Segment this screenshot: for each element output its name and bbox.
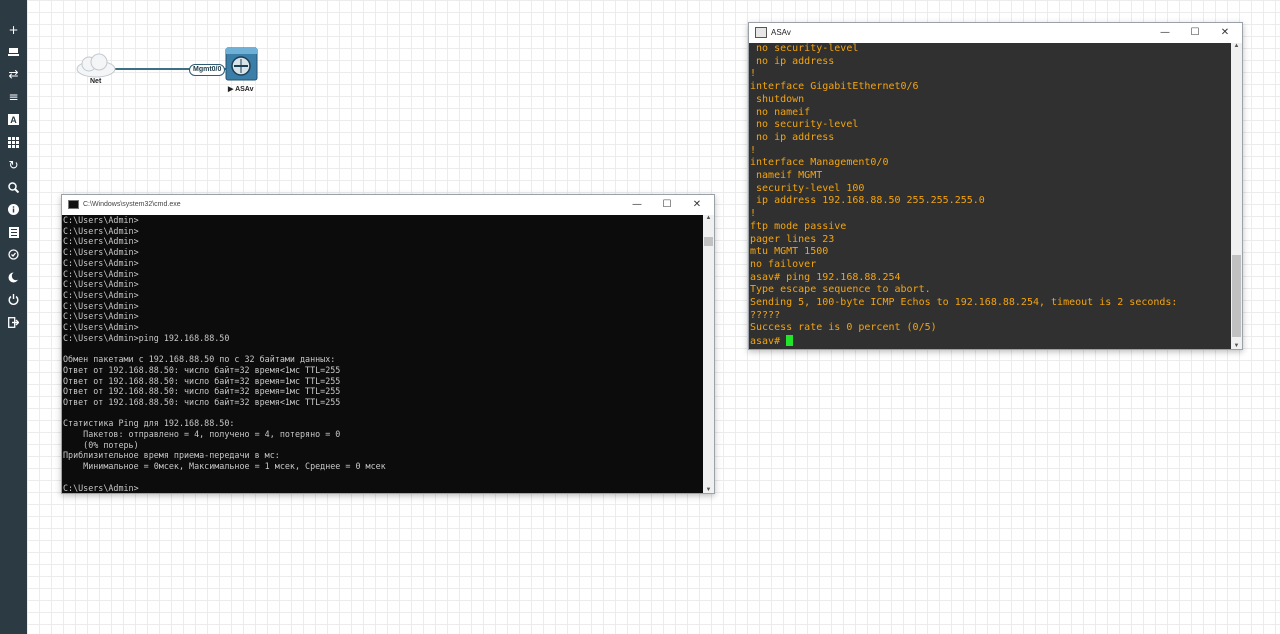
- cmd-scroll-down-icon[interactable]: ▼: [703, 487, 714, 493]
- moon-icon[interactable]: [0, 266, 27, 288]
- asav-line: asav# ping 192.168.88.254: [750, 271, 901, 283]
- port-label: Mgmt0/0: [189, 64, 226, 76]
- asav-line: no security-level: [750, 119, 859, 131]
- cmd-line: Приблизительное время приема-передачи в …: [63, 450, 280, 461]
- asav-maximize-button[interactable]: ☐: [1180, 23, 1210, 42]
- cmd-line: C:\Users\Admin>: [63, 300, 139, 311]
- asav-prompt-line[interactable]: asav#: [750, 335, 1231, 349]
- cmd-terminal-output[interactable]: C:\Users\Admin> C:\Users\Admin> C:\Users\A…: [62, 215, 703, 493]
- asav-scroll-thumb[interactable]: [1232, 255, 1241, 337]
- asav-line: !: [750, 68, 757, 80]
- cmd-line: C:\Users\Admin>: [63, 215, 139, 225]
- asav-line: Type escape sequence to abort.: [750, 284, 931, 296]
- add-icon[interactable]: +: [0, 19, 27, 41]
- asav-line: Sending 5, 100-byte ICMP Echos to 192.16…: [750, 297, 1178, 309]
- asav-scroll-down-icon[interactable]: ▼: [1231, 343, 1242, 349]
- zoom-icon[interactable]: [0, 176, 27, 198]
- asav-scroll-up-icon[interactable]: ▲: [1231, 43, 1242, 49]
- cmd-line: C:\Users\Admin>: [63, 289, 139, 300]
- grid-icon[interactable]: [0, 131, 27, 153]
- putty-app-icon: [755, 27, 767, 38]
- cmd-line: C:\Users\Admin>: [63, 236, 139, 247]
- cmd-line: Пакетов: отправлено = 4, получено = 4, п…: [63, 429, 341, 440]
- status-icon[interactable]: [0, 243, 27, 265]
- cmd-scroll-up-icon[interactable]: ▲: [703, 215, 714, 221]
- cmd-line: C:\Users\Admin>: [63, 322, 139, 333]
- cmd-window-title: C:\Windows\system32\cmd.exe: [83, 201, 181, 208]
- asav-scrollbar[interactable]: ▲ ▼: [1231, 43, 1242, 349]
- cmd-titlebar[interactable]: C:\Windows\system32\cmd.exe: [62, 195, 714, 214]
- asav-line: interface Management0/0: [750, 157, 889, 169]
- cmd-app-icon: [68, 200, 79, 209]
- cmd-line: [63, 408, 703, 419]
- asav-console-window[interactable]: ASAv — ☐ ✕ no security-level no ip addre…: [748, 22, 1243, 350]
- cmd-line: Ответ от 192.168.88.50: число байт=32 вр…: [63, 364, 341, 375]
- asav-line: !: [750, 208, 757, 220]
- device-label[interactable]: ▶ ASAv: [228, 85, 253, 93]
- cmd-line: Ответ от 192.168.88.50: число байт=32 вр…: [63, 386, 341, 397]
- svg-text:A: A: [10, 115, 17, 125]
- asav-prompt: asav#: [750, 336, 787, 348]
- asav-line: interface GigabitEthernet0/6: [750, 81, 919, 93]
- asav-line: shutdown: [750, 93, 805, 105]
- asav-terminal-output[interactable]: no security-level no ip address! interfac…: [749, 43, 1231, 349]
- asav-line: ip address 192.168.88.50 255.255.255.0: [750, 195, 985, 207]
- cmd-line: Ответ от 192.168.88.50: число байт=32 вр…: [63, 375, 341, 386]
- asav-line: nameif MGMT: [750, 170, 823, 182]
- cmd-line: C:\Users\Admin>: [63, 247, 139, 258]
- asav-line: ?????: [750, 309, 781, 321]
- refresh-icon[interactable]: ↻: [0, 154, 27, 176]
- asav-line: mtu MGMT 1500: [750, 246, 829, 258]
- cmd-minimize-button[interactable]: —: [622, 195, 652, 214]
- asav-line: !: [750, 144, 757, 156]
- asav-line: ftp mode passive: [750, 220, 847, 232]
- asav-line: no nameif: [750, 106, 811, 118]
- terminal-cursor: [786, 335, 794, 347]
- text-icon[interactable]: A: [0, 108, 27, 130]
- cloud-label: Net: [90, 78, 102, 85]
- cmd-line: C:\Users\Admin>ping 192.168.88.50: [63, 332, 230, 343]
- cmd-close-button[interactable]: ✕: [682, 195, 712, 214]
- left-toolbar: + ⇄ ≡ A ↻: [0, 0, 27, 634]
- cmd-line: C:\Users\Admin>: [63, 482, 139, 493]
- asav-line: security-level 100: [750, 182, 865, 194]
- asav-line: no security-level: [750, 43, 859, 54]
- cmd-scroll-thumb[interactable]: [704, 237, 713, 246]
- asav-device-icon[interactable]: [225, 47, 258, 88]
- asav-window-title: ASAv: [771, 28, 791, 37]
- asav-line: pager lines 23: [750, 233, 835, 245]
- layers-icon[interactable]: [0, 41, 27, 63]
- cmd-line: [63, 472, 703, 483]
- asav-line: no ip address: [750, 131, 835, 143]
- cmd-line: C:\Users\Admin>: [63, 257, 139, 268]
- cmd-line: (0% потерь): [63, 439, 139, 450]
- asav-minimize-button[interactable]: —: [1150, 23, 1180, 42]
- cmd-line: C:\Users\Admin>: [63, 225, 139, 236]
- info-icon[interactable]: [0, 198, 27, 220]
- cmd-line: Минимальное = 0мсек, Максимальное = 1 мс…: [63, 461, 386, 472]
- cmd-scrollbar[interactable]: ▲ ▼: [703, 215, 714, 493]
- document-icon[interactable]: [0, 221, 27, 243]
- logout-icon[interactable]: [0, 311, 27, 333]
- cmd-line: C:\Users\Admin>: [63, 279, 139, 290]
- transfer-icon[interactable]: ⇄: [0, 63, 27, 85]
- cmd-window[interactable]: C:\Windows\system32\cmd.exe — ☐ ✕ C:\Use…: [61, 194, 715, 494]
- cmd-line: Обмен пакетами с 192.168.88.50 по с 32 б…: [63, 354, 336, 365]
- cmd-line: C:\Users\Admin>: [63, 268, 139, 279]
- cmd-line: C:\Users\Admin>: [63, 311, 139, 322]
- power-icon[interactable]: [0, 288, 27, 310]
- cmd-maximize-button[interactable]: ☐: [652, 195, 682, 214]
- cmd-line: Статистика Ping для 192.168.88.50:: [63, 418, 235, 429]
- asav-line: Success rate is 0 percent (0/5): [750, 322, 937, 334]
- cmd-line: Ответ от 192.168.88.50: число байт=32 вр…: [63, 396, 341, 407]
- cmd-line: [63, 343, 703, 354]
- asav-line: no ip address: [750, 55, 835, 67]
- asav-close-button[interactable]: ✕: [1210, 23, 1240, 42]
- asav-line: no failover: [750, 258, 817, 270]
- list-icon[interactable]: ≡: [0, 86, 27, 108]
